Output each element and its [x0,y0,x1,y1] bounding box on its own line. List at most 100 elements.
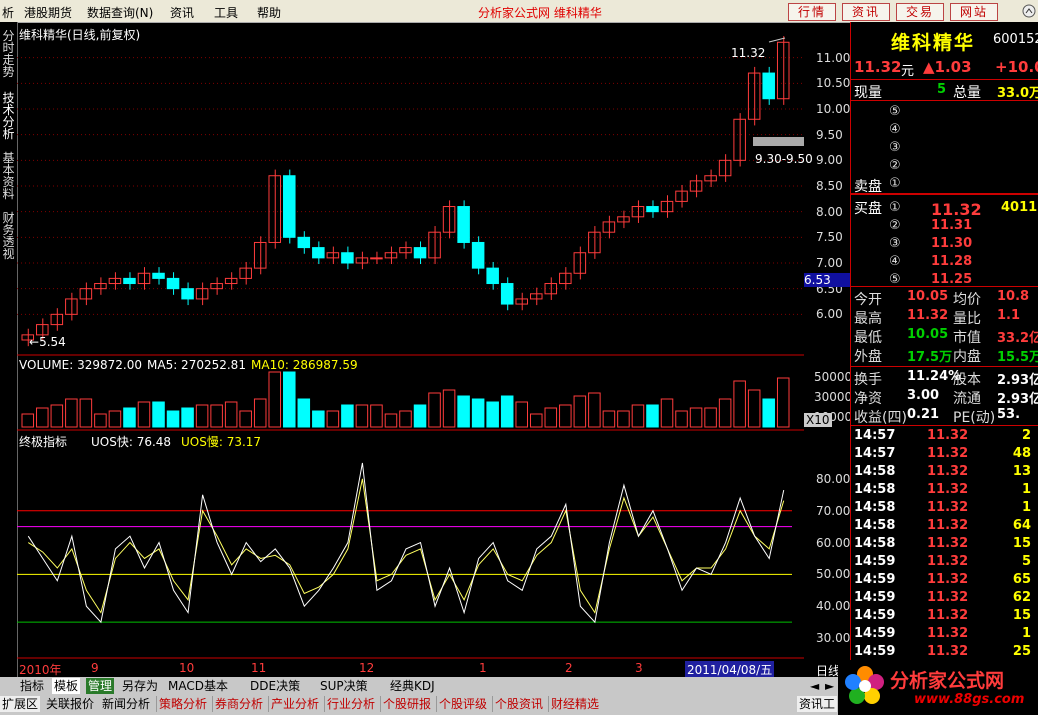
quotes-button[interactable]: 行情 [788,3,836,21]
indicator-title: 终极指标 [19,435,68,449]
extension-tab[interactable]: 新闻分析 [100,696,152,712]
buy-label: 买盘 [854,201,882,217]
tab-technical[interactable]: 技术分析 [1,92,16,140]
indicator-tick-label: 50.00 [816,567,851,582]
candle-body [341,252,354,264]
price-candles [21,36,790,347]
tick-time: 14:58 [854,464,896,479]
menu-item-news[interactable]: 资讯 [170,4,194,21]
trade-button[interactable]: 交易 [896,3,944,21]
right-tab-info[interactable]: 资讯工 [797,696,838,712]
quote-panel: 维科精华 600152 11.32 元 ▲1.03 +10.0 现量 5 总量 … [850,22,1038,677]
price-unit: 元 [901,64,915,79]
fin-label: PE(动) [953,410,996,426]
buy-level: ① [889,200,901,215]
buy-price: 11.28 [931,254,973,269]
tick-time: 14:59 [854,590,896,605]
extension-tab[interactable]: 个股研报 [380,696,433,712]
tick-price: 11.32 [927,464,969,479]
candle-body [471,241,485,269]
restore-window-icon[interactable] [1022,4,1036,18]
website-button[interactable]: 网站 [950,3,998,21]
candle-body [326,252,340,259]
template-tab[interactable]: 指标 [18,678,46,694]
cursor-date: 2011/04/08/五 [685,661,775,678]
stat-value: 10.8 [997,289,1030,304]
tab-financials[interactable]: 财务透视 [1,212,16,260]
candle-body [486,267,499,285]
menu-item-analysis[interactable]: 析 [2,4,14,21]
tick-volume: 48 [1012,446,1031,461]
buy-level: ⑤ [889,272,901,287]
tick-time: 14:59 [854,626,896,641]
template-tab[interactable]: SUP决策 [318,678,370,694]
extension-tab[interactable]: 策略分析 [156,696,209,712]
volume-bar [588,392,601,428]
volume-bar [457,395,470,428]
tick-time: 14:59 [854,644,896,659]
candle-body [152,272,165,279]
template-tab[interactable]: 经典KDJ [388,678,437,694]
fin-label: 流通 [953,391,981,407]
fin-value: 53. [997,407,1021,422]
candle-body [36,324,49,336]
stat-value: 15.5万 [997,350,1038,365]
volume-bar [689,407,703,428]
template-tab[interactable]: 另存为 [120,678,160,694]
now-volume-value: 5 [937,82,947,97]
volume-bar [529,413,543,428]
volume-bar [152,401,165,428]
stat-label: 内盘 [953,349,981,365]
candle-body [181,288,194,300]
stat-label: 最低 [854,330,882,346]
high-label: 11.32 [731,46,766,60]
scroll-left-icon[interactable]: ◄ [808,678,821,694]
candle-body [166,277,180,290]
date-tick-label: 11 [251,661,267,675]
extension-tab[interactable]: 关联报价 [44,696,96,712]
extension-tab[interactable]: 个股评级 [436,696,489,712]
volume-bar [471,398,485,428]
menu-item-help[interactable]: 帮助 [257,4,281,21]
date-tick-label: 1 [479,661,487,675]
template-tab[interactable]: DDE决策 [248,678,302,694]
tab-intraday[interactable]: 分时走势 [1,30,16,78]
extension-tab[interactable]: 行业分析 [324,696,377,712]
template-tab[interactable]: 管理 [86,678,115,694]
volume-bar [65,398,78,428]
total-volume-value: 33.0万 [997,86,1038,101]
chart-canvas [17,36,805,659]
volume-bar [326,410,340,428]
fin-label: 股本 [953,372,981,388]
volume-bar [428,392,441,428]
menu-item-data-query[interactable]: 数据查询(N) [87,4,153,21]
chart-area[interactable]: 维科精华(日线,前复权) 11.32 ←5.54 9.30-9.50 VOLUM… [17,22,813,678]
stock-code: 600152 [993,32,1038,47]
volume-bar [442,389,456,428]
tick-price: 11.32 [927,626,969,641]
menu-item-hk-futures[interactable]: 港股期货 [24,4,72,21]
extension-tab[interactable]: 产业分析 [268,696,321,712]
volume-label: VOLUME: 329872.00 [19,358,142,372]
volume-bar [355,404,369,428]
fin-value: 2.93亿 [997,373,1038,388]
template-tab[interactable]: 模板 [52,678,81,694]
scroll-right-icon[interactable]: ► [823,678,836,694]
extension-tab[interactable]: 券商分析 [212,696,265,712]
extension-tab[interactable]: 个股资讯 [492,696,545,712]
sell-level: ④ [889,122,901,137]
news-button[interactable]: 资讯 [842,3,890,21]
tick-price: 11.32 [927,428,969,443]
extension-tab[interactable]: 财经精选 [548,696,601,712]
extension-tab[interactable]: 扩展区 [0,696,41,712]
tab-fundamentals[interactable]: 基本资料 [1,152,16,200]
volume-bar [195,404,209,428]
tick-time: 14:58 [854,536,896,551]
total-volume-label: 总量 [953,85,981,101]
volume-bar [660,398,674,428]
fin-value: 2.93亿 [997,392,1038,407]
menu-item-tools[interactable]: 工具 [214,4,238,21]
cursor-price: 6.53 [804,273,850,287]
last-price: 11.32 [854,58,902,76]
template-tab[interactable]: MACD基本 [166,678,230,694]
